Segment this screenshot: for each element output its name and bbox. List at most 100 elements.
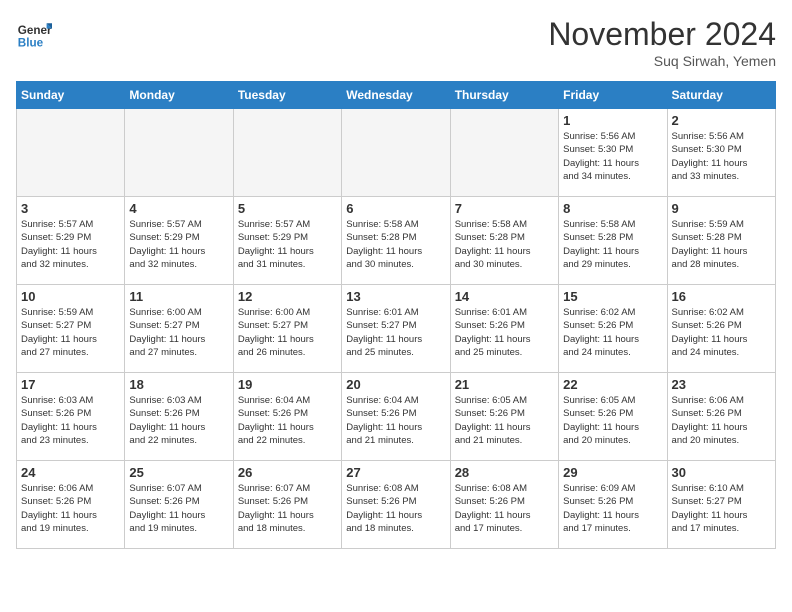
day-info: Sunrise: 5:59 AM Sunset: 5:28 PM Dayligh… [672, 218, 771, 271]
calendar-cell: 18 Sunrise: 6:03 AM Sunset: 5:26 PM Dayli… [125, 373, 233, 461]
day-number: 19 [238, 377, 337, 392]
weekday-header-sunday: Sunday [17, 82, 125, 109]
calendar-cell: 16Sunrise: 6:02 AM Sunset: 5:26 PM Dayli… [667, 285, 775, 373]
day-number: 21 [455, 377, 554, 392]
day-info: Sunrise: 6:01 AM Sunset: 5:26 PM Dayligh… [455, 306, 554, 359]
day-info: Sunrise: 5:59 AM Sunset: 5:27 PM Dayligh… [21, 306, 120, 359]
day-info: Sunrise: 6:05 AM Sunset: 5:26 PM Dayligh… [563, 394, 662, 447]
day-info: Sunrise: 5:57 AM Sunset: 5:29 PM Dayligh… [129, 218, 228, 271]
day-number: 24 [21, 465, 120, 480]
calendar-table: SundayMondayTuesdayWednesdayThursdayFrid… [16, 81, 776, 549]
day-number: 10 [21, 289, 120, 304]
day-number: 12 [238, 289, 337, 304]
day-number: 20 [346, 377, 445, 392]
calendar-cell: 5 Sunrise: 5:57 AM Sunset: 5:29 PM Daylig… [233, 197, 341, 285]
day-number: 26 [238, 465, 337, 480]
day-number: 30 [672, 465, 771, 480]
day-info: Sunrise: 5:58 AM Sunset: 5:28 PM Dayligh… [563, 218, 662, 271]
day-number: 4 [129, 201, 228, 216]
week-row-3: 10 Sunrise: 5:59 AM Sunset: 5:27 PM Dayli… [17, 285, 776, 373]
calendar-cell: 21 Sunrise: 6:05 AM Sunset: 5:26 PM Dayli… [450, 373, 558, 461]
day-number: 18 [129, 377, 228, 392]
weekday-header-monday: Monday [125, 82, 233, 109]
day-info: Sunrise: 6:03 AM Sunset: 5:26 PM Dayligh… [129, 394, 228, 447]
calendar-cell: 3 Sunrise: 5:57 AM Sunset: 5:29 PM Daylig… [17, 197, 125, 285]
weekday-header-tuesday: Tuesday [233, 82, 341, 109]
day-info: Sunrise: 6:07 AM Sunset: 5:26 PM Dayligh… [238, 482, 337, 535]
day-number: 8 [563, 201, 662, 216]
location: Suq Sirwah, Yemen [548, 53, 776, 69]
day-info: Sunrise: 6:06 AM Sunset: 5:26 PM Dayligh… [21, 482, 120, 535]
day-info: Sunrise: 6:04 AM Sunset: 5:26 PM Dayligh… [346, 394, 445, 447]
week-row-5: 24 Sunrise: 6:06 AM Sunset: 5:26 PM Dayli… [17, 461, 776, 549]
day-info: Sunrise: 6:00 AM Sunset: 5:27 PM Dayligh… [238, 306, 337, 359]
day-info: Sunrise: 5:58 AM Sunset: 5:28 PM Dayligh… [455, 218, 554, 271]
day-info: Sunrise: 6:02 AM Sunset: 5:26 PM Dayligh… [672, 306, 771, 359]
calendar-cell: 7 Sunrise: 5:58 AM Sunset: 5:28 PM Daylig… [450, 197, 558, 285]
day-info: Sunrise: 5:57 AM Sunset: 5:29 PM Dayligh… [238, 218, 337, 271]
calendar-cell: 23 Sunrise: 6:06 AM Sunset: 5:26 PM Dayli… [667, 373, 775, 461]
day-info: Sunrise: 6:09 AM Sunset: 5:26 PM Dayligh… [563, 482, 662, 535]
day-info: Sunrise: 6:02 AM Sunset: 5:26 PM Dayligh… [563, 306, 662, 359]
week-row-2: 3 Sunrise: 5:57 AM Sunset: 5:29 PM Daylig… [17, 197, 776, 285]
month-title: November 2024 [548, 16, 776, 53]
calendar-cell: 30Sunrise: 6:10 AM Sunset: 5:27 PM Dayli… [667, 461, 775, 549]
day-info: Sunrise: 6:00 AM Sunset: 5:27 PM Dayligh… [129, 306, 228, 359]
weekday-header-friday: Friday [559, 82, 667, 109]
calendar-cell [342, 109, 450, 197]
calendar-cell [125, 109, 233, 197]
weekday-header-thursday: Thursday [450, 82, 558, 109]
day-info: Sunrise: 5:58 AM Sunset: 5:28 PM Dayligh… [346, 218, 445, 271]
day-number: 13 [346, 289, 445, 304]
calendar-cell: 8 Sunrise: 5:58 AM Sunset: 5:28 PM Daylig… [559, 197, 667, 285]
logo-icon: General Blue [16, 16, 52, 52]
calendar-cell: 11Sunrise: 6:00 AM Sunset: 5:27 PM Dayli… [125, 285, 233, 373]
weekday-header-wednesday: Wednesday [342, 82, 450, 109]
calendar-cell: 14 Sunrise: 6:01 AM Sunset: 5:26 PM Dayli… [450, 285, 558, 373]
calendar-cell: 10 Sunrise: 5:59 AM Sunset: 5:27 PM Dayli… [17, 285, 125, 373]
calendar-cell: 15Sunrise: 6:02 AM Sunset: 5:26 PM Dayli… [559, 285, 667, 373]
day-number: 14 [455, 289, 554, 304]
day-number: 29 [563, 465, 662, 480]
calendar-cell: 17 Sunrise: 6:03 AM Sunset: 5:26 PM Dayli… [17, 373, 125, 461]
calendar-cell: 1Sunrise: 5:56 AM Sunset: 5:30 PM Daylig… [559, 109, 667, 197]
day-number: 25 [129, 465, 228, 480]
calendar-cell: 9 Sunrise: 5:59 AM Sunset: 5:28 PM Daylig… [667, 197, 775, 285]
day-number: 6 [346, 201, 445, 216]
calendar-cell: 4 Sunrise: 5:57 AM Sunset: 5:29 PM Daylig… [125, 197, 233, 285]
day-info: Sunrise: 6:07 AM Sunset: 5:26 PM Dayligh… [129, 482, 228, 535]
day-info: Sunrise: 5:56 AM Sunset: 5:30 PM Dayligh… [563, 130, 662, 183]
calendar-cell: 26 Sunrise: 6:07 AM Sunset: 5:26 PM Dayli… [233, 461, 341, 549]
calendar-cell: 12 Sunrise: 6:00 AM Sunset: 5:27 PM Dayli… [233, 285, 341, 373]
day-info: Sunrise: 5:57 AM Sunset: 5:29 PM Dayligh… [21, 218, 120, 271]
day-info: Sunrise: 6:08 AM Sunset: 5:26 PM Dayligh… [455, 482, 554, 535]
weekday-header-row: SundayMondayTuesdayWednesdayThursdayFrid… [17, 82, 776, 109]
weekday-header-saturday: Saturday [667, 82, 775, 109]
page-header: General Blue November 2024 Suq Sirwah, Y… [16, 16, 776, 69]
calendar-cell: 27Sunrise: 6:08 AM Sunset: 5:26 PM Dayli… [342, 461, 450, 549]
day-info: Sunrise: 6:03 AM Sunset: 5:26 PM Dayligh… [21, 394, 120, 447]
calendar-cell: 24 Sunrise: 6:06 AM Sunset: 5:26 PM Dayli… [17, 461, 125, 549]
day-number: 7 [455, 201, 554, 216]
week-row-4: 17 Sunrise: 6:03 AM Sunset: 5:26 PM Dayli… [17, 373, 776, 461]
calendar-cell: 28Sunrise: 6:08 AM Sunset: 5:26 PM Dayli… [450, 461, 558, 549]
calendar-cell: 6 Sunrise: 5:58 AM Sunset: 5:28 PM Daylig… [342, 197, 450, 285]
day-number: 23 [672, 377, 771, 392]
logo: General Blue [16, 16, 52, 52]
day-number: 5 [238, 201, 337, 216]
day-number: 2 [672, 113, 771, 128]
day-info: Sunrise: 6:06 AM Sunset: 5:26 PM Dayligh… [672, 394, 771, 447]
title-block: November 2024 Suq Sirwah, Yemen [548, 16, 776, 69]
day-info: Sunrise: 6:01 AM Sunset: 5:27 PM Dayligh… [346, 306, 445, 359]
calendar-cell [17, 109, 125, 197]
day-number: 9 [672, 201, 771, 216]
day-info: Sunrise: 5:56 AM Sunset: 5:30 PM Dayligh… [672, 130, 771, 183]
day-number: 17 [21, 377, 120, 392]
calendar-cell [233, 109, 341, 197]
day-info: Sunrise: 6:08 AM Sunset: 5:26 PM Dayligh… [346, 482, 445, 535]
day-number: 3 [21, 201, 120, 216]
calendar-cell: 20 Sunrise: 6:04 AM Sunset: 5:26 PM Dayli… [342, 373, 450, 461]
calendar-cell: 25 Sunrise: 6:07 AM Sunset: 5:26 PM Dayli… [125, 461, 233, 549]
day-info: Sunrise: 6:05 AM Sunset: 5:26 PM Dayligh… [455, 394, 554, 447]
calendar-cell: 29 Sunrise: 6:09 AM Sunset: 5:26 PM Dayli… [559, 461, 667, 549]
